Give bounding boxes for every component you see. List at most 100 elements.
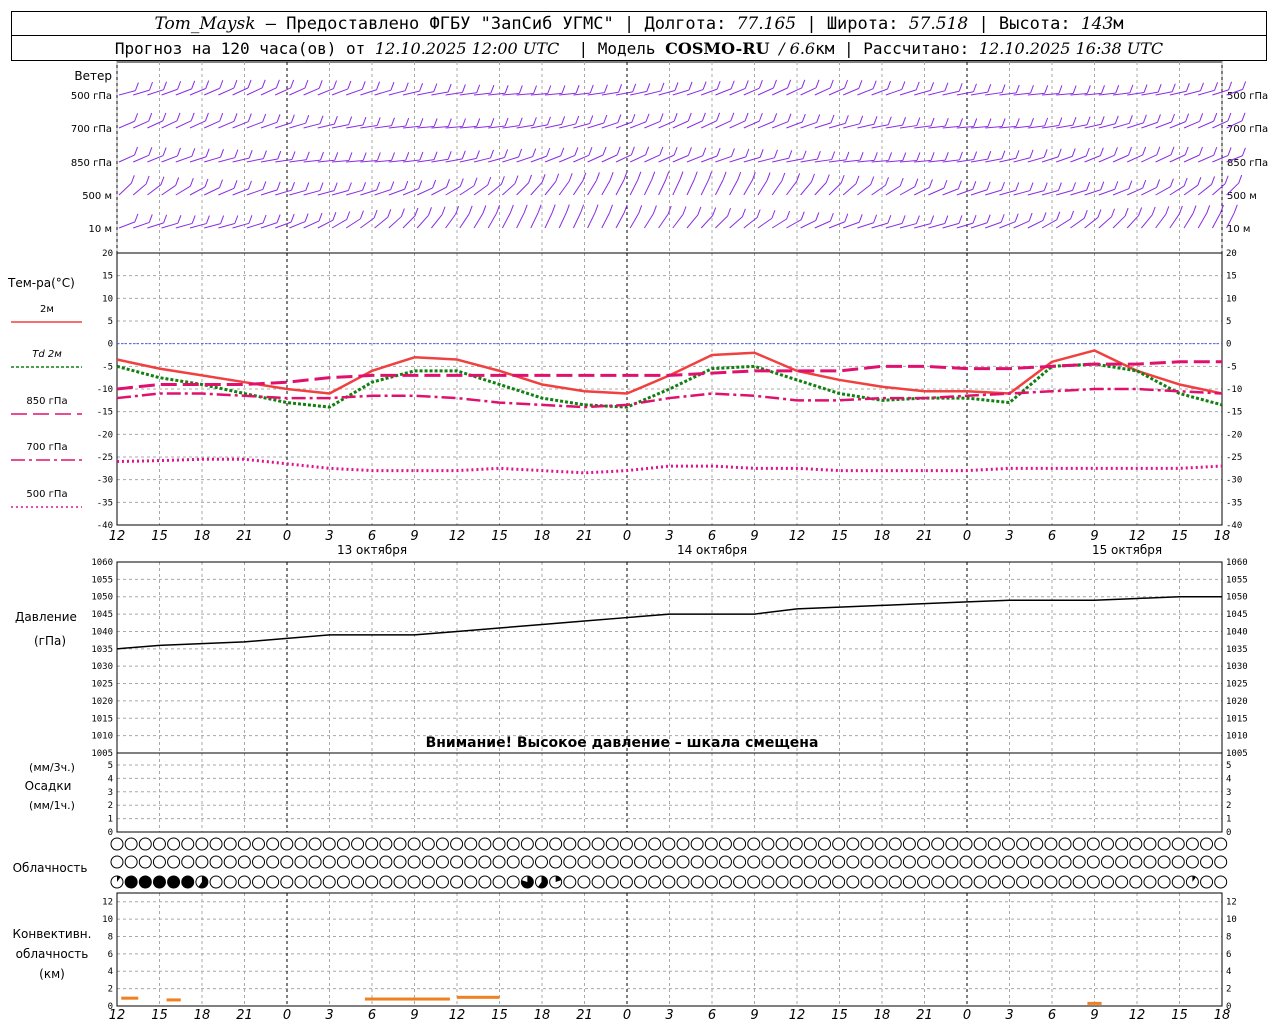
wind-barb (857, 184, 872, 196)
wind-barb-feather (560, 147, 565, 156)
wind-barb-feather (702, 147, 707, 156)
day-label: 15 октября (1092, 543, 1162, 557)
wind-barb (459, 213, 470, 229)
cloud-cover-circle (280, 875, 294, 889)
wind-barb (402, 215, 416, 229)
cloud-cover-circle (591, 837, 605, 851)
cloud-cover-circle (252, 837, 265, 851)
cloud-cover-circle (818, 837, 831, 851)
wind-barb (558, 212, 567, 229)
wind-barb (1169, 154, 1186, 163)
wind-barb (1212, 120, 1229, 129)
wind-barb-feather (391, 152, 395, 161)
wind-barb (899, 223, 917, 229)
cloud-cover-circle (478, 855, 492, 869)
wind-barb (658, 120, 675, 129)
wind-barb-feather (163, 214, 168, 224)
cloud-cover-circle (917, 875, 931, 889)
time-tick-bottom: 3 (325, 1008, 333, 1023)
wind-barb-feather (130, 175, 135, 184)
cloud-cover-circle (761, 837, 775, 851)
cloud-cover-circle (718, 855, 732, 869)
conv-tick-right: 10 (1226, 915, 1237, 925)
wind-barb-feather (901, 215, 906, 224)
wind-barb-feather (177, 81, 182, 90)
wind-barb-feather (234, 215, 239, 224)
wind-barb (1055, 218, 1071, 229)
legend-label: 850 гПа (26, 396, 67, 407)
wind-barb-feather (1100, 116, 1105, 125)
pressure-tick-right: 1030 (1226, 662, 1248, 672)
wind-barb (317, 190, 335, 196)
conv-title-2: облачность (16, 947, 89, 961)
wind-barb (1155, 154, 1172, 163)
wind-barb-feather (930, 152, 935, 161)
wind-barb (147, 89, 164, 96)
wind-barb-feather (1171, 113, 1175, 123)
wind-barb-feather (1128, 115, 1133, 124)
wind-barb (658, 213, 669, 229)
wind-barb-feather (958, 83, 963, 92)
wind-barb-feather (148, 214, 153, 223)
pressure-title: Давление (15, 610, 77, 624)
wind-barb (345, 218, 361, 229)
wind-barb (715, 215, 728, 229)
cloud-cover-circle (407, 875, 421, 889)
wind-barb-feather (637, 171, 642, 180)
wind-barb-feather (730, 80, 735, 89)
precip-title: Осадки (25, 779, 72, 793)
wind-barb (786, 121, 803, 129)
day-label: 14 октября (677, 543, 747, 557)
time-tick-bottom: 12 (449, 1008, 466, 1023)
cloud-cover-circle (535, 837, 548, 851)
cloud-cover-circle (506, 837, 520, 851)
wind-barb-feather (373, 209, 378, 219)
wind-barb-feather (673, 146, 678, 156)
wind-barb-feather (490, 84, 495, 94)
wind-barb-feather (829, 79, 834, 89)
wind-barb-feather (623, 204, 628, 214)
time-tick-bottom: 6 (708, 1008, 716, 1023)
wind-barb (743, 87, 760, 96)
time-tick-bottom: 6 (368, 1008, 376, 1023)
wind-barb-feather (204, 112, 209, 122)
temp-tick: 15 (102, 272, 113, 282)
cloud-cover-circle (1058, 875, 1072, 889)
temp-tick-right: -30 (1226, 476, 1242, 486)
wind-barb (331, 219, 347, 229)
wind-barb-feather (630, 146, 635, 155)
precip-tick-right: 4 (1226, 774, 1231, 784)
wind-barb (672, 179, 681, 196)
cloud-cover-circle (492, 875, 506, 889)
wind-barb-feather (745, 148, 750, 158)
wind-barb-feather (551, 204, 556, 213)
cloud-cover-circle (662, 855, 676, 869)
wind-barb-feather (787, 79, 792, 89)
pressure-tick-right: 1015 (1226, 714, 1248, 724)
cloud-cover-fill (139, 876, 152, 888)
wind-barb-feather (1056, 211, 1061, 220)
wind-barb (501, 212, 511, 229)
precip-tick-right: 2 (1226, 801, 1231, 811)
cloud-cover-circle (1129, 875, 1143, 889)
wind-barb (885, 88, 903, 96)
wind-barb (1183, 120, 1200, 129)
cloud-cover-circle (322, 875, 336, 889)
time-tick-bottom: 21 (576, 1008, 593, 1023)
wind-barb (700, 179, 710, 196)
wind-barb-feather (1156, 146, 1161, 156)
wind-barb (658, 89, 676, 96)
cloud-cover-circle (917, 855, 931, 869)
wind-barb-feather (844, 213, 849, 222)
wind-barb-feather (555, 173, 560, 182)
cloud-cover-circle (747, 855, 761, 869)
wind-barb-feather (774, 149, 778, 158)
cloud-cover-circle (351, 837, 365, 851)
wind-barb (331, 124, 349, 129)
temp-tick: -30 (97, 476, 113, 486)
cloud-cover-circle (181, 855, 195, 869)
wind-barb (416, 187, 433, 196)
wind-barb (189, 156, 207, 163)
temp-tick-right: -10 (1226, 385, 1242, 395)
wind-barb-feather (758, 112, 763, 122)
